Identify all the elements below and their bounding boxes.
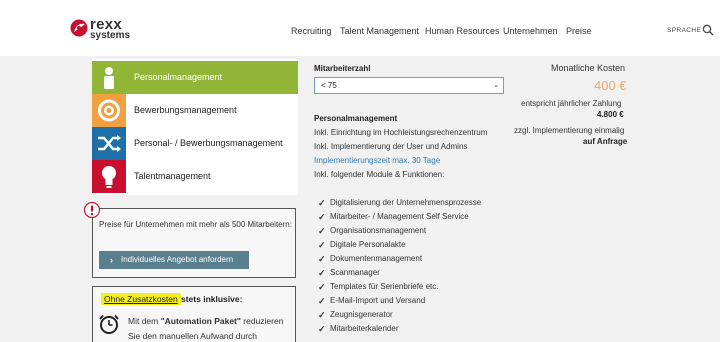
implementation-cost-label: zzgl. Implementierung einmalig xyxy=(514,126,625,135)
feature-item: ✓ E-Mail-Import und Versand xyxy=(318,296,426,306)
target-icon xyxy=(92,94,126,127)
module-item-personal-bewerbungsmanagement[interactable]: Personal- / Bewerbungsmanagement xyxy=(92,127,298,160)
feature-list: ✓ Digitalisierung der Unternehmensprozess… xyxy=(318,196,481,336)
monthly-cost-label: Monatliche Kosten xyxy=(551,63,626,73)
automation-package-label: "Automation Paket" xyxy=(160,316,241,326)
check-icon: ✓ xyxy=(318,282,326,292)
feature-item: ✓ Organisationsmanagement xyxy=(318,226,427,236)
enterprise-info-text: Preise für Unternehmen mit mehr als 500 … xyxy=(99,220,292,229)
module-label: Personal- / Bewerbungsmanagement xyxy=(134,138,283,148)
rexx-logo[interactable]: rexx systems xyxy=(70,16,132,42)
person-icon xyxy=(92,61,126,94)
logo-text-systems: systems xyxy=(90,30,131,41)
check-icon: ✓ xyxy=(318,296,326,306)
check-icon: ✓ xyxy=(318,212,326,222)
included-text: Mit dem "Automation Paket" reduzieren Si… xyxy=(128,316,284,341)
module-label: Bewerbungsmanagement xyxy=(134,105,237,115)
check-icon: ✓ xyxy=(318,240,326,250)
module-selector: Personalmanagement Bewerbungsmanagement … xyxy=(92,59,298,195)
check-icon: ✓ xyxy=(318,198,326,208)
nav-item-unternehmen[interactable]: Unternehmen xyxy=(503,26,558,36)
yearly-payment-label: entspricht jährlicher Zahlung xyxy=(521,99,622,108)
package-line: Inkl. Implementierung der User und Admin… xyxy=(314,142,468,151)
rexx-logo-mark-icon xyxy=(70,19,88,37)
feature-item: ✓ Zeugnisgenerator xyxy=(318,310,393,320)
feature-item: ✓ Templates für Serienbriefe etc. xyxy=(318,282,439,292)
lightbulb-icon xyxy=(92,160,126,193)
feature-item: ✓ Scanmanager xyxy=(318,268,380,278)
request-offer-button[interactable]: › Individuelles Angebot anfordern xyxy=(99,251,249,269)
check-icon: ✓ xyxy=(318,226,326,236)
alarm-clock-icon xyxy=(99,314,119,334)
check-icon: ✓ xyxy=(318,254,326,264)
nav-item-human-resources[interactable]: Human Resources xyxy=(425,26,500,36)
check-icon: ✓ xyxy=(318,268,326,278)
package-line: Inkl. folgender Module & Funktionen: xyxy=(314,170,445,179)
feature-item: ✓ Dokumentenmanagement xyxy=(318,254,423,264)
included-title: stets inklusive: xyxy=(181,294,243,304)
request-offer-label: Individuelles Angebot anfordern xyxy=(121,255,234,264)
module-item-bewerbungsmanagement[interactable]: Bewerbungsmanagement xyxy=(92,94,298,127)
employee-count-label: Mitarbeiterzahl xyxy=(314,64,371,73)
check-icon: ✓ xyxy=(318,324,326,334)
feature-item: ✓ Digitalisierung der Unternehmensprozess… xyxy=(318,198,482,208)
module-item-talentmanagement[interactable]: Talentmanagement xyxy=(92,160,298,193)
feature-item: ✓ Digitale Personalakte xyxy=(318,240,406,250)
yearly-payment-value: 4.800 € xyxy=(597,110,624,119)
module-item-personalmanagement[interactable]: Personalmanagement xyxy=(92,61,298,94)
warning-icon xyxy=(84,202,100,218)
search-icon[interactable] xyxy=(702,24,714,36)
feature-item: ✓ Mitarbeiter- / Management Self Service xyxy=(318,212,469,222)
nav-item-recruiting[interactable]: Recruiting xyxy=(291,26,332,36)
nav-item-talent-management[interactable]: Talent Management xyxy=(340,26,419,36)
employee-count-value: < 75 xyxy=(321,81,337,90)
module-label: Personalmanagement xyxy=(134,72,223,82)
employee-count-select[interactable]: < 75 ⌄ xyxy=(314,77,504,94)
package-line: Inkl. Einrichtung im Hochleistungsrechen… xyxy=(314,128,488,137)
package-title: Personalmanagement xyxy=(314,114,398,123)
monthly-price: 400 € xyxy=(594,78,627,93)
module-label: Talentmanagement xyxy=(134,171,211,181)
nav-item-preise[interactable]: Preise xyxy=(566,26,592,36)
included-highlight-link[interactable]: Ohne Zusatzkosten xyxy=(101,293,181,305)
implementation-cost-value: auf Anfrage xyxy=(583,137,628,146)
language-selector[interactable]: SPRACHE xyxy=(667,27,701,34)
chevron-down-icon: ⌄ xyxy=(493,82,499,89)
chevron-right-icon: › xyxy=(110,255,113,265)
feature-item: ✓ Mitarbeiterkalender xyxy=(318,324,399,334)
site-header: rexx systems Recruiting Talent Managemen… xyxy=(0,0,720,56)
implementation-time-link[interactable]: Implementierungszeit max. 30 Tage xyxy=(314,156,440,165)
check-icon: ✓ xyxy=(318,310,326,320)
shuffle-icon xyxy=(92,127,126,160)
